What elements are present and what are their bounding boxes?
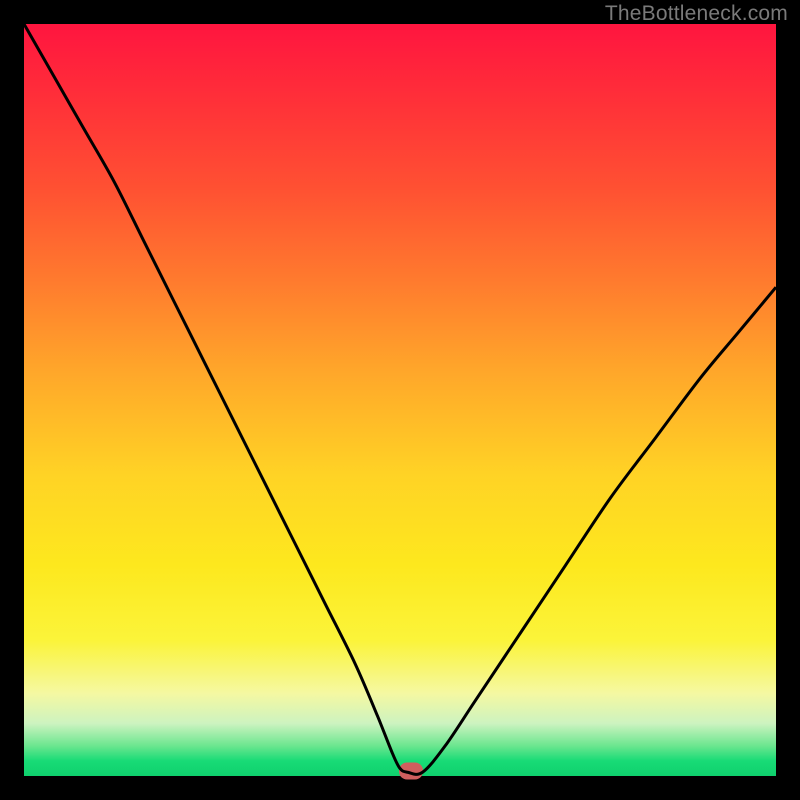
watermark-text: TheBottleneck.com: [605, 2, 788, 26]
plot-area: [24, 24, 776, 776]
chart-frame: TheBottleneck.com: [0, 0, 800, 800]
curve-path: [24, 24, 776, 774]
bottleneck-curve: [24, 24, 776, 776]
